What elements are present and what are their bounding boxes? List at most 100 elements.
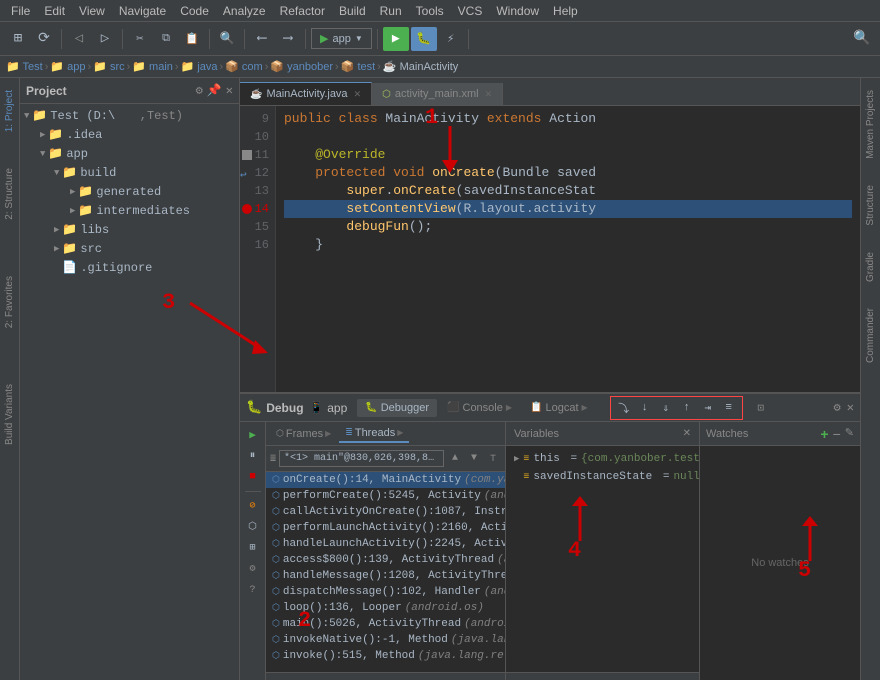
variables-close-icon[interactable]: ✕: [683, 428, 691, 439]
tree-item-intermediates[interactable]: ▶ 📁 intermediates: [20, 201, 239, 220]
debug-step-out[interactable]: ↑: [677, 398, 697, 418]
toolbar-btn-paste[interactable]: 📋: [180, 27, 204, 51]
tab-activitymain-close[interactable]: ✕: [485, 89, 493, 100]
menu-code[interactable]: Code: [173, 2, 216, 20]
var-savedinstance[interactable]: ≡ savedInstanceState = null: [506, 468, 699, 486]
frames-scrollbar[interactable]: [266, 672, 505, 680]
watches-remove-icon[interactable]: −: [833, 426, 841, 442]
var-this[interactable]: ▶ ≡ this = {com.yanbober.test.MainActivi…: [506, 450, 699, 468]
breadcrumb-app[interactable]: 📁 app: [50, 60, 85, 73]
pause-button[interactable]: ⏸: [244, 447, 262, 465]
menu-help[interactable]: Help: [546, 2, 585, 20]
tree-item-gitignore[interactable]: 📄 .gitignore: [20, 258, 239, 277]
toolbar-btn-find[interactable]: 🔍: [215, 27, 239, 51]
breadcrumb-mainactivity[interactable]: ☕ MainActivity: [383, 60, 458, 73]
stack-frame-7[interactable]: ⬡ dispatchMessage():102, Handler (androi…: [266, 584, 505, 600]
gradle-tab-vertical[interactable]: Gradle: [863, 244, 878, 290]
toolbar-btn-6[interactable]: ⟶: [276, 27, 300, 51]
stack-frame-11[interactable]: ⬡ invoke():515, Method (java.lang.reflec…: [266, 648, 505, 664]
stack-frame-8[interactable]: ⬡ loop():136, Looper (android.os): [266, 600, 505, 616]
debug-settings-icon[interactable]: ⚙: [834, 400, 841, 415]
logcat-tab-close[interactable]: ▶: [582, 403, 588, 412]
toolbar-btn-5[interactable]: ⟵: [250, 27, 274, 51]
debug-tab-debugger[interactable]: 🐛 Debugger: [357, 399, 437, 417]
stack-frame-10[interactable]: ⬡ invokeNative():-1, Method (java.lang.r…: [266, 632, 505, 648]
stack-frame-9[interactable]: ⬡ main():5026, ActivityThread (android.a…: [266, 616, 505, 632]
settings-debug[interactable]: ⚙: [244, 560, 262, 578]
toolbar-btn-cut[interactable]: ✂: [128, 27, 152, 51]
debug-close-icon[interactable]: ✕: [847, 400, 854, 415]
tab-activitymain[interactable]: ⬡ activity_main.xml ✕: [372, 83, 503, 105]
menu-analyze[interactable]: Analyze: [216, 2, 273, 20]
structure-right-tab-vertical[interactable]: Structure: [863, 177, 878, 234]
project-close-icon[interactable]: ✕: [226, 83, 233, 98]
breadcrumb-src[interactable]: 📁 src: [93, 60, 124, 73]
debug-force-step-into[interactable]: ⇓: [656, 398, 676, 418]
watches-add-icon[interactable]: +: [820, 426, 828, 442]
toolbar-btn-copy[interactable]: ⧉: [154, 27, 178, 51]
toolbar-btn-2[interactable]: ⟳: [32, 27, 56, 51]
menu-build[interactable]: Build: [332, 2, 373, 20]
help-debug[interactable]: ?: [244, 581, 262, 599]
debug-tab-logcat[interactable]: 📋 Logcat ▶: [522, 399, 596, 417]
variables-scrollbar[interactable]: [506, 672, 699, 680]
project-pin-icon[interactable]: 📌: [207, 83, 222, 98]
thread-down[interactable]: ▼: [466, 451, 482, 467]
menu-window[interactable]: Window: [489, 2, 546, 20]
menu-edit[interactable]: Edit: [37, 2, 72, 20]
mute-breakpoints[interactable]: ⊘: [244, 497, 262, 515]
thread-up[interactable]: ▲: [447, 451, 463, 467]
app-dropdown[interactable]: ▶ app ▼: [311, 28, 372, 49]
debug-restore-layout[interactable]: ⊡: [751, 398, 771, 418]
stack-frame-4[interactable]: ⬡ handleLaunchActivity():2245, ActivityT…: [266, 536, 505, 552]
structure-tab-vertical[interactable]: 2: Structure: [2, 160, 17, 228]
tree-item-src[interactable]: ▶ 📁 src: [20, 239, 239, 258]
tree-item-build[interactable]: ▼ 📁 build: [20, 163, 239, 182]
stack-frame-2[interactable]: ⬡ callActivityOnCreate():1087, Instrumen…: [266, 504, 505, 520]
stop-button[interactable]: ■: [244, 468, 262, 486]
toolbar-search[interactable]: 🔍: [850, 27, 874, 51]
tab-mainactivity[interactable]: ☕ MainActivity.java ✕: [240, 82, 372, 105]
menu-view[interactable]: View: [72, 2, 112, 20]
tree-item-libs[interactable]: ▶ 📁 libs: [20, 220, 239, 239]
build-variants-tab-vertical[interactable]: Build Variants: [2, 376, 17, 453]
run-button[interactable]: ▶: [383, 27, 409, 51]
breadcrumb-java[interactable]: 📁 java: [181, 60, 218, 73]
console-tab-close[interactable]: ▶: [506, 403, 512, 412]
tree-item-root[interactable]: ▼ 📁 Test (D:\ ,Test): [20, 106, 239, 125]
maven-tab-vertical[interactable]: Maven Projects: [863, 82, 878, 167]
debug-button[interactable]: 🐛: [411, 27, 437, 51]
favorites-tab-vertical[interactable]: 2: Favorites: [2, 268, 17, 336]
stack-frame-6[interactable]: ⬡ handleMessage():1208, ActivityThread$H…: [266, 568, 505, 584]
toolbar-btn-undo[interactable]: ◁: [67, 27, 91, 51]
stack-frame-0[interactable]: ⬡ onCreate():14, MainActivity (com.yanbo…: [266, 472, 505, 488]
breadcrumb-testpkg[interactable]: 📦 test: [341, 60, 375, 73]
project-tab-vertical[interactable]: 1: Project: [2, 82, 17, 140]
resume-button[interactable]: ▶: [244, 426, 262, 444]
thread-dropdown[interactable]: *<1> main"@830,026,398,888 in group "m..…: [279, 450, 444, 467]
toolbar-btn-1[interactable]: ⊞: [6, 27, 30, 51]
toolbar-btn-redo[interactable]: ▷: [93, 27, 117, 51]
menu-run[interactable]: Run: [373, 2, 409, 20]
stack-frame-1[interactable]: ⬡ performCreate():5245, Activity (androi…: [266, 488, 505, 504]
menu-navigate[interactable]: Navigate: [112, 2, 173, 20]
thread-filter[interactable]: ⊤: [485, 451, 501, 467]
tree-item-app[interactable]: ▼ 📁 app: [20, 144, 239, 163]
view-breakpoints[interactable]: ⬡: [244, 518, 262, 536]
debug-step-over[interactable]: ⤵: [614, 398, 634, 418]
tab-mainactivity-close[interactable]: ✕: [354, 89, 362, 100]
tree-item-idea[interactable]: ▶ 📁 .idea: [20, 125, 239, 144]
menu-tools[interactable]: Tools: [409, 2, 451, 20]
breadcrumb-com[interactable]: 📦 com: [225, 60, 263, 73]
menu-vcs[interactable]: VCS: [451, 2, 490, 20]
menu-refactor[interactable]: Refactor: [273, 2, 332, 20]
debug-step-into[interactable]: ↓: [635, 398, 655, 418]
breadcrumb-test[interactable]: 📁 Test: [6, 60, 43, 73]
tree-item-generated[interactable]: ▶ 📁 generated: [20, 182, 239, 201]
menu-file[interactable]: File: [4, 2, 37, 20]
commander-tab-vertical[interactable]: Commander: [863, 300, 878, 371]
stack-frame-3[interactable]: ⬡ performLaunchActivity():2160, Activity…: [266, 520, 505, 536]
stack-frame-5[interactable]: ⬡ access$800():139, ActivityThread (andr…: [266, 552, 505, 568]
breadcrumb-main[interactable]: 📁 main: [132, 60, 173, 73]
toolbar-btn-profile[interactable]: ⚡: [439, 27, 463, 51]
